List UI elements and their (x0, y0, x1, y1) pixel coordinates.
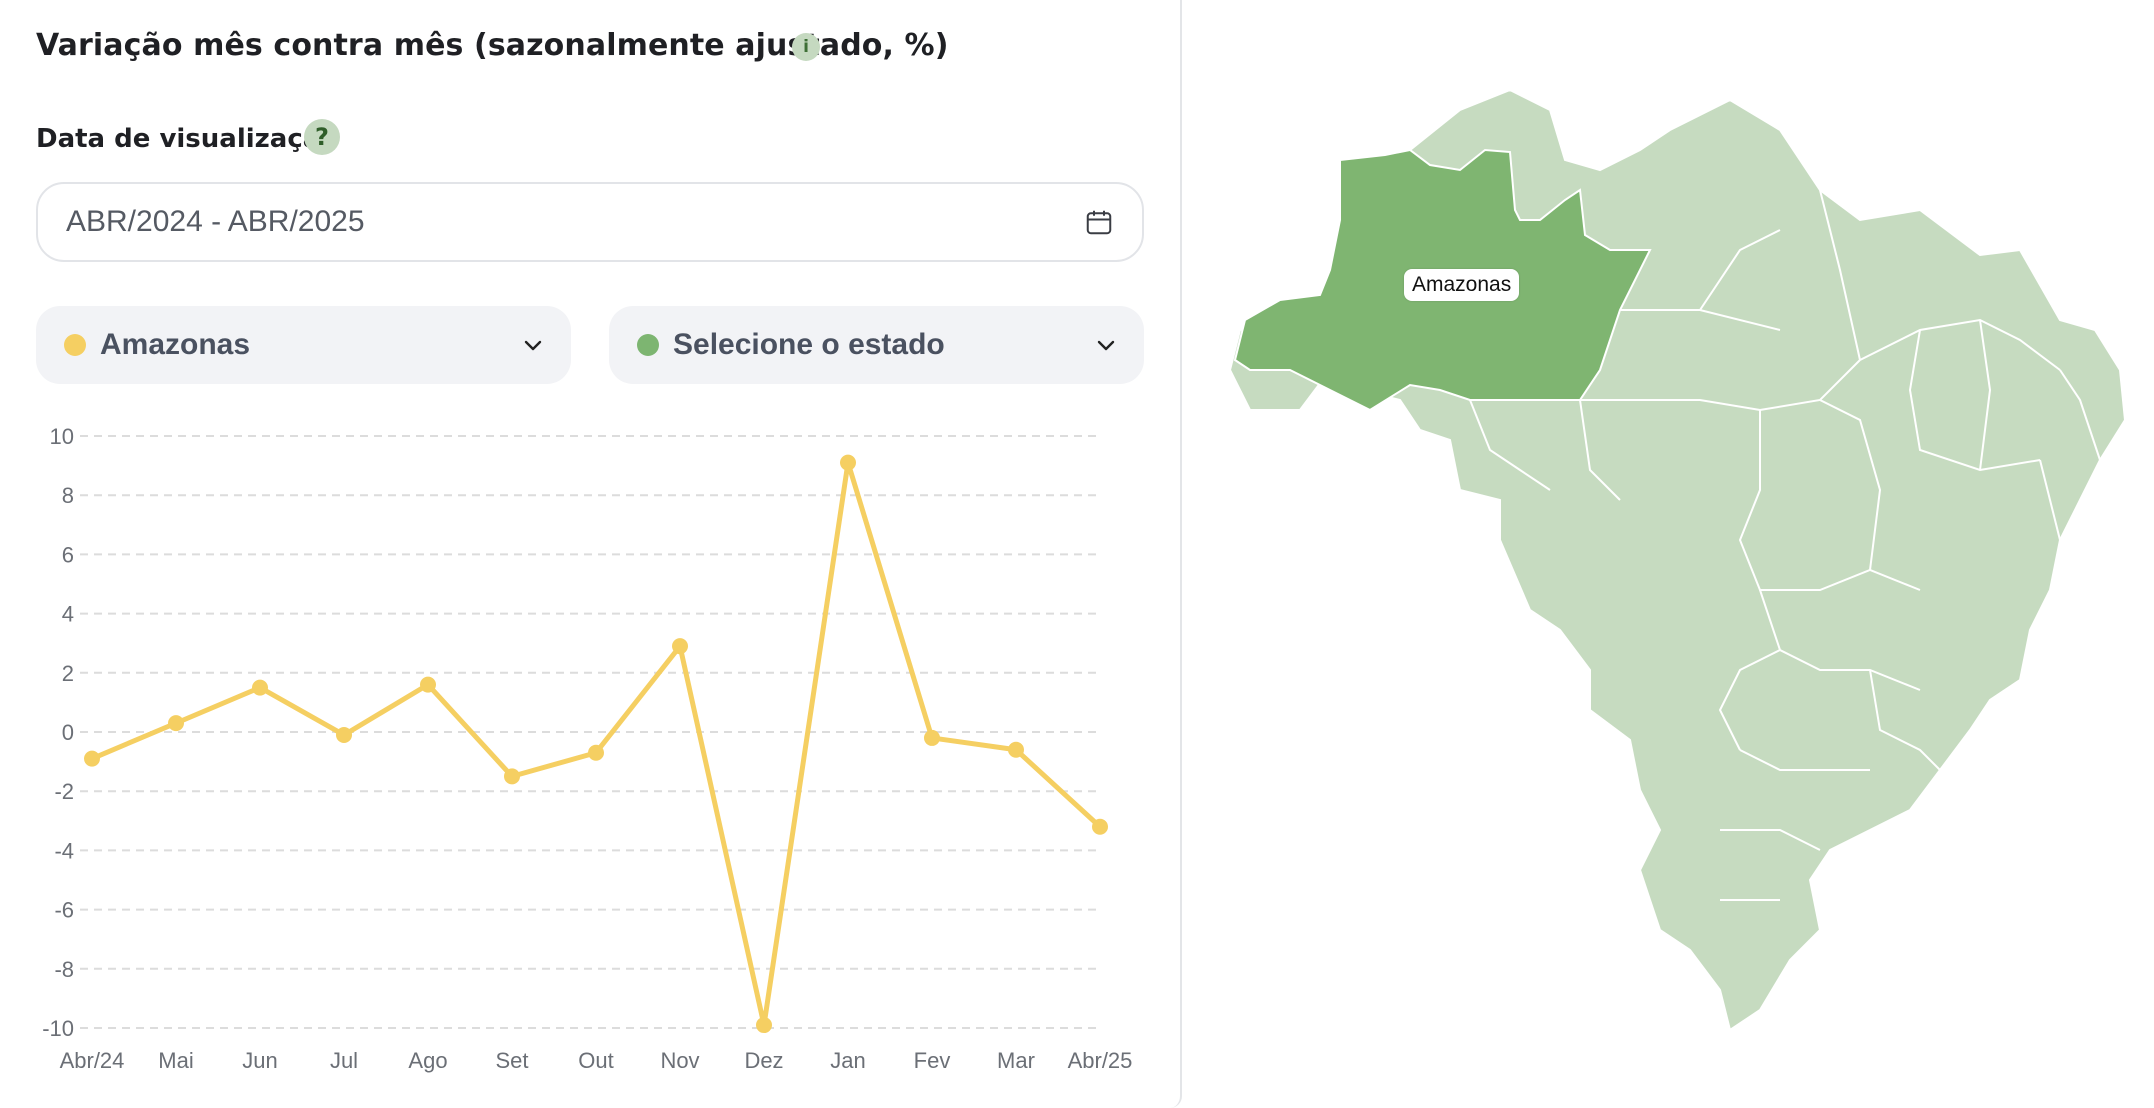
data-point (252, 679, 268, 696)
series-line (91, 460, 1102, 1028)
data-point (1092, 818, 1108, 835)
date-range-value: ABR/2024 - ABR/2025 (66, 205, 365, 238)
y-tick-label: -2 (54, 779, 74, 804)
state-select-2-label: Selecione o estado (673, 328, 945, 361)
y-tick-label: 2 (62, 661, 74, 686)
line-chart: 10 8 6 4 2 0 -2 -4 -6 -8 -10 Abr/24 Mai Jun Jul Ago Set O… (42, 424, 1133, 1073)
x-tick-label: Jan (830, 1048, 865, 1073)
series-color-dot (64, 334, 86, 356)
y-tick-label: -10 (42, 1016, 74, 1041)
y-tick-label: 4 (62, 602, 74, 627)
y-tick-label: 8 (62, 483, 74, 508)
data-point (84, 750, 100, 767)
data-point (168, 715, 184, 732)
x-tick-label: Fev (914, 1048, 951, 1073)
x-tick-label: Mai (158, 1048, 193, 1073)
series-color-dot (637, 334, 659, 356)
map-tooltip: Amazonas (1404, 269, 1520, 301)
brazil-map (1228, 88, 2127, 1032)
data-point (1008, 741, 1024, 758)
data-point (504, 768, 520, 785)
data-point (336, 726, 352, 743)
data-point (420, 676, 436, 693)
chevron-down-icon (1097, 340, 1115, 351)
y-tick-label: 10 (50, 424, 74, 449)
state-select-1[interactable]: Amazonas (36, 306, 571, 384)
x-tick-label: Out (578, 1048, 613, 1073)
x-tick-label: Mar (997, 1048, 1035, 1073)
x-tick-label: Dez (744, 1048, 783, 1073)
x-tick-label: Jun (242, 1048, 277, 1073)
data-point (756, 1017, 772, 1034)
chart-panel: Variação mês contra mês (sazonalmente aj… (0, 0, 1182, 1108)
data-point (588, 744, 604, 761)
state-select-1-label: Amazonas (100, 328, 251, 361)
date-range-input[interactable]: ABR/2024 - ABR/2025 (36, 182, 1144, 262)
x-tick-label: Abr/24 (60, 1048, 125, 1073)
x-tick-label: Ago (408, 1048, 447, 1073)
data-point (672, 638, 688, 655)
x-tick-label: Jul (330, 1048, 358, 1073)
x-tick-label: Set (495, 1048, 528, 1073)
info-icon[interactable]: i (792, 33, 820, 61)
y-tick-label: 6 (62, 542, 74, 567)
x-tick-label: Nov (660, 1048, 699, 1073)
data-point (924, 729, 940, 746)
data-point (840, 454, 856, 471)
date-filter-label: Data de visualização (36, 124, 339, 154)
y-tick-label: -6 (54, 898, 74, 923)
help-icon[interactable]: ? (304, 119, 340, 155)
state-select-2[interactable]: Selecione o estado (609, 306, 1144, 384)
chevron-down-icon (524, 340, 542, 351)
x-tick-label: Abr/25 (1068, 1048, 1133, 1073)
y-tick-label: -8 (54, 957, 74, 982)
y-tick-label: -4 (54, 838, 74, 863)
y-tick-label: 0 (62, 720, 74, 745)
calendar-icon[interactable] (1084, 207, 1114, 237)
